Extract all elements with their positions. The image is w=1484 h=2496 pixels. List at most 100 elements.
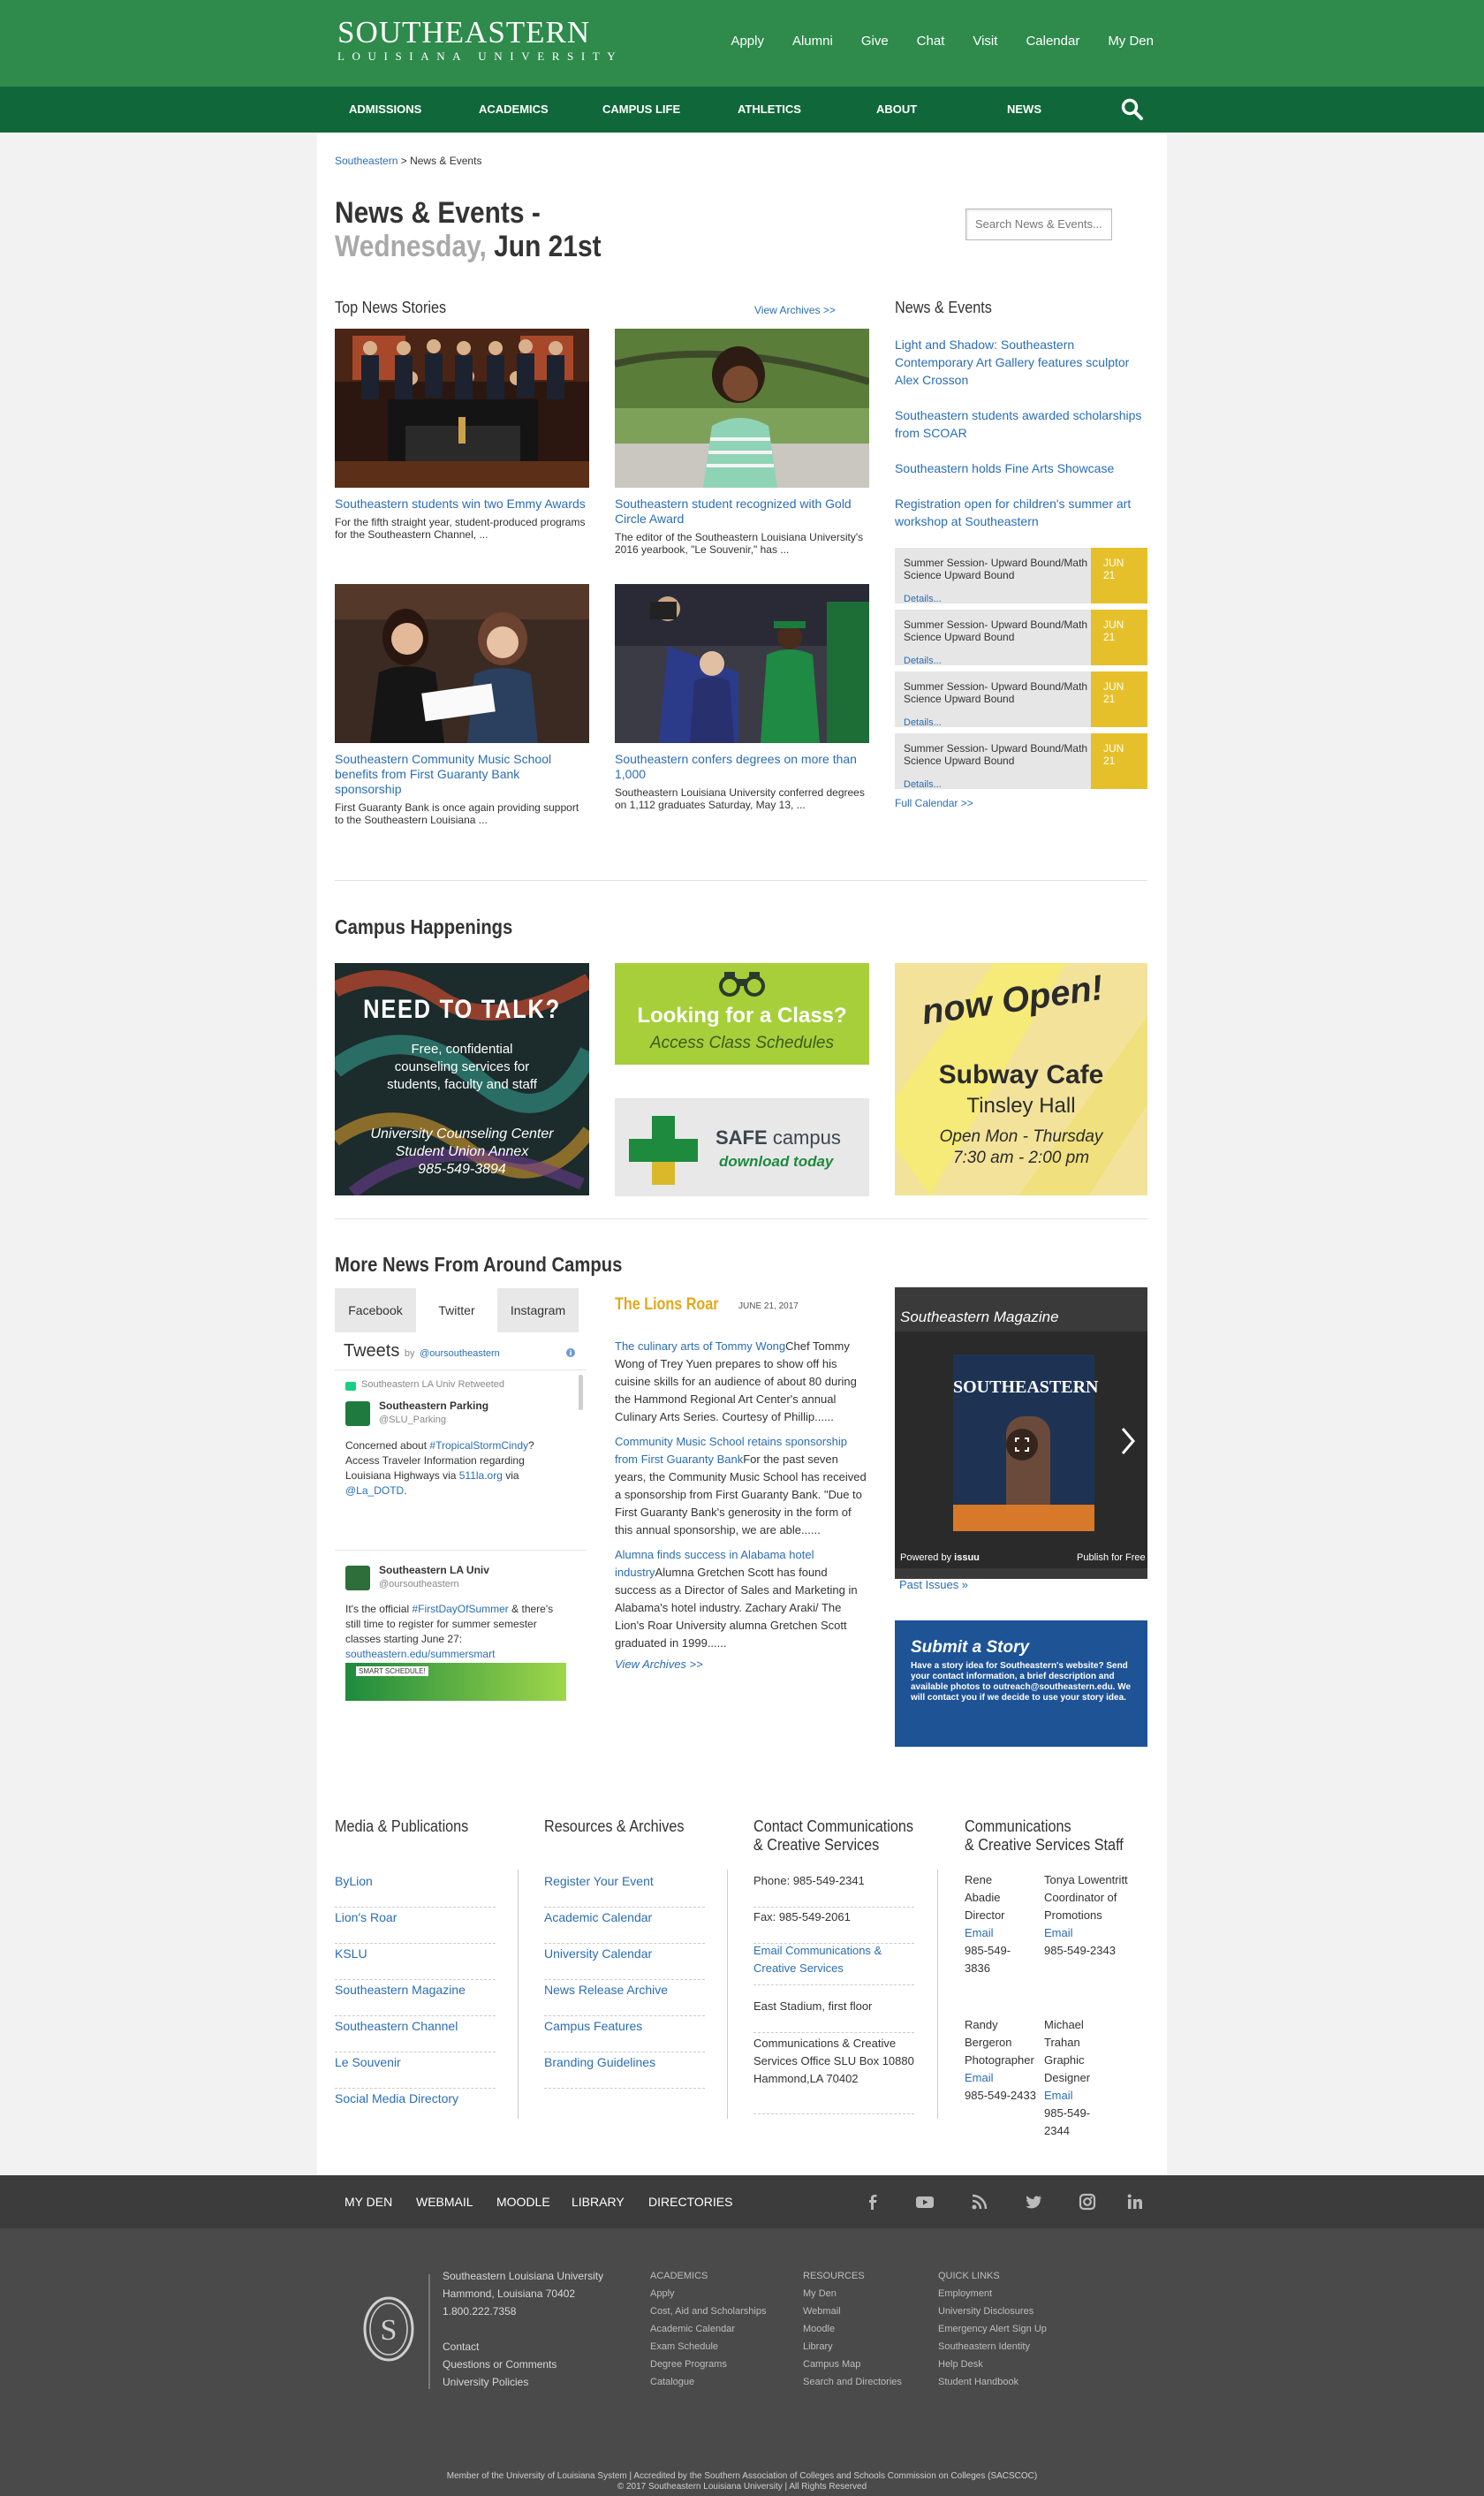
footer-link[interactable]: Webmail — [803, 2303, 902, 2320]
my-den-link[interactable]: My Den — [1108, 34, 1154, 49]
story-title-2[interactable]: Southeastern student recognized with Gol… — [615, 497, 869, 527]
news-link-3[interactable]: Southeastern holds Fine Arts Showcase — [895, 459, 1147, 477]
calendar-link[interactable]: Calendar — [1026, 34, 1079, 49]
footer-link[interactable]: Southeastern Magazine — [335, 1980, 496, 2016]
event-details-link[interactable]: Details... — [904, 656, 942, 666]
news-link-4[interactable]: Registration open for children's summer … — [895, 495, 1147, 530]
footer-link[interactable]: Apply — [650, 2285, 766, 2303]
breadcrumb-home[interactable]: Southeastern — [335, 155, 398, 167]
event-details-link[interactable]: Details... — [904, 594, 942, 604]
footer-link[interactable]: Register Your Event — [544, 1871, 705, 1908]
nav-admissions[interactable]: ADMISSIONS — [349, 102, 421, 116]
roar-link-1[interactable]: The culinary arts of Tommy Wong — [615, 1339, 785, 1353]
footer-link[interactable]: Campus Features — [544, 2016, 705, 2052]
nav-news[interactable]: NEWS — [1007, 102, 1041, 116]
staff-email-link[interactable]: Email — [965, 2069, 1044, 2087]
story-title-4[interactable]: Southeastern confers degrees on more tha… — [615, 752, 869, 782]
linkedin-icon[interactable] — [1125, 2192, 1145, 2212]
footer-link[interactable]: Academic Calendar — [544, 1908, 705, 1944]
footer-link[interactable]: University Calendar — [544, 1944, 705, 1980]
university-logo[interactable]: SOUTHEASTERN LOUISIANA UNIVERSITY — [337, 16, 623, 64]
story-title-1[interactable]: Southeastern students win two Emmy Award… — [335, 497, 589, 512]
event-details-link[interactable]: Details... — [904, 717, 942, 728]
submit-story-box[interactable]: Submit a Story Have a story idea for Sou… — [895, 1620, 1147, 1747]
staff-email-link[interactable]: Email — [965, 1924, 1025, 1942]
footer-moodle[interactable]: MOODLE — [496, 2195, 550, 2209]
subway-cafe-banner[interactable]: now Open! Subway Cafe Tinsley Hall Open … — [895, 963, 1147, 1195]
story-image-music-school[interactable] — [335, 584, 589, 743]
youtube-icon[interactable] — [915, 2192, 935, 2212]
facebook-icon[interactable] — [863, 2192, 882, 2212]
apply-link[interactable]: Apply — [731, 34, 764, 49]
past-issues-link[interactable]: Past Issues » — [899, 1578, 968, 1591]
feed-scrollbar[interactable] — [579, 1375, 583, 1410]
news-link-2[interactable]: Southeastern students awarded scholarshi… — [895, 406, 1147, 442]
search-icon[interactable] — [1119, 97, 1146, 124]
view-archives-link[interactable]: View Archives >> — [754, 304, 836, 316]
footer-link[interactable]: Student Handbook — [938, 2373, 1047, 2391]
nav-academics[interactable]: ACADEMICS — [479, 102, 549, 116]
avatar[interactable] — [345, 1566, 370, 1590]
footer-link[interactable]: KSLU — [335, 1944, 496, 1980]
tweet-image[interactable]: SMART SCHEDULE! — [345, 1663, 566, 1701]
nav-about[interactable]: ABOUT — [876, 102, 917, 116]
counseling-banner[interactable]: NEED TO TALK? Free, confidential counsel… — [335, 963, 589, 1195]
footer-link[interactable]: Southeastern Channel — [335, 2016, 496, 2052]
info-icon[interactable] — [566, 1348, 575, 1357]
footer-link[interactable]: Campus Map — [803, 2356, 902, 2373]
contact-link[interactable]: Contact — [443, 2338, 556, 2356]
twitter-icon[interactable] — [1024, 2192, 1043, 2212]
footer-link[interactable]: Lion's Roar — [335, 1908, 496, 1944]
tab-facebook[interactable]: Facebook — [335, 1288, 416, 1332]
footer-link[interactable]: Emergency Alert Sign Up — [938, 2320, 1047, 2338]
fullscreen-icon[interactable] — [1006, 1429, 1038, 1460]
footer-link[interactable]: My Den — [803, 2285, 902, 2303]
nav-campus-life[interactable]: CAMPUS LIFE — [602, 102, 680, 116]
nav-athletics[interactable]: ATHLETICS — [738, 102, 801, 116]
class-schedule-banner[interactable]: Looking for a Class? Access Class Schedu… — [615, 963, 869, 1065]
footer-link[interactable]: Help Desk — [938, 2356, 1047, 2373]
visit-link[interactable]: Visit — [973, 34, 997, 49]
chat-link[interactable]: Chat — [917, 34, 945, 49]
footer-link[interactable]: Search and Directories — [803, 2373, 902, 2391]
story-image-gold-circle[interactable] — [615, 329, 869, 488]
news-link-1[interactable]: Light and Shadow: Southeastern Contempor… — [895, 336, 1133, 389]
twitter-feed[interactable]: Tweets by @oursoutheastern Southeastern … — [335, 1334, 587, 1701]
footer-link[interactable]: Southeastern Identity — [938, 2338, 1047, 2356]
publish-link[interactable]: Publish for Free — [1077, 1552, 1146, 1563]
policies-link[interactable]: University Policies — [443, 2373, 556, 2391]
alumni-link[interactable]: Alumni — [792, 34, 833, 49]
footer-link[interactable]: Catalogue — [650, 2373, 766, 2391]
footer-link[interactable]: News Release Archive — [544, 1980, 705, 2016]
footer-link[interactable]: Cost, Aid and Scholarships — [650, 2303, 766, 2320]
story-title-3[interactable]: Southeastern Community Music School bene… — [335, 752, 589, 797]
university-seal-icon[interactable]: S — [362, 2294, 415, 2364]
story-image-graduation[interactable] — [615, 584, 869, 743]
footer-link[interactable]: Employment — [938, 2285, 1047, 2303]
chevron-right-icon[interactable] — [1119, 1425, 1137, 1457]
footer-link[interactable]: University Disclosures — [938, 2303, 1047, 2320]
give-link[interactable]: Give — [861, 34, 889, 49]
footer-library[interactable]: LIBRARY — [572, 2195, 625, 2209]
instagram-icon[interactable] — [1078, 2192, 1097, 2212]
staff-email-link[interactable]: Email — [1044, 1924, 1136, 1942]
footer-link[interactable]: Academic Calendar — [650, 2320, 766, 2338]
lions-roar-title[interactable]: The Lions Roar — [615, 1295, 719, 1315]
footer-webmail[interactable]: WEBMAIL — [416, 2195, 473, 2209]
tab-instagram[interactable]: Instagram — [497, 1288, 579, 1332]
footer-link[interactable]: Moodle — [803, 2320, 902, 2338]
footer-link[interactable]: ByLion — [335, 1871, 496, 1908]
story-image-emmy[interactable] — [335, 329, 589, 488]
footer-link[interactable]: Degree Programs — [650, 2356, 766, 2373]
footer-directories[interactable]: DIRECTORIES — [648, 2195, 732, 2209]
tab-twitter[interactable]: Twitter — [416, 1288, 497, 1332]
avatar[interactable] — [345, 1401, 370, 1426]
staff-email-link[interactable]: Email — [1044, 2087, 1115, 2105]
questions-link[interactable]: Questions or Comments — [443, 2356, 556, 2373]
full-calendar-link[interactable]: Full Calendar >> — [895, 797, 973, 809]
roar-archives-link[interactable]: View Archives >> — [615, 1656, 869, 1673]
footer-link[interactable]: Social Media Directory — [335, 2089, 496, 2125]
safe-campus-banner[interactable]: SAFE campus download today — [615, 1098, 869, 1196]
news-search-input[interactable]: Search News & Events... — [965, 209, 1112, 240]
footer-link[interactable]: Library — [803, 2338, 902, 2356]
